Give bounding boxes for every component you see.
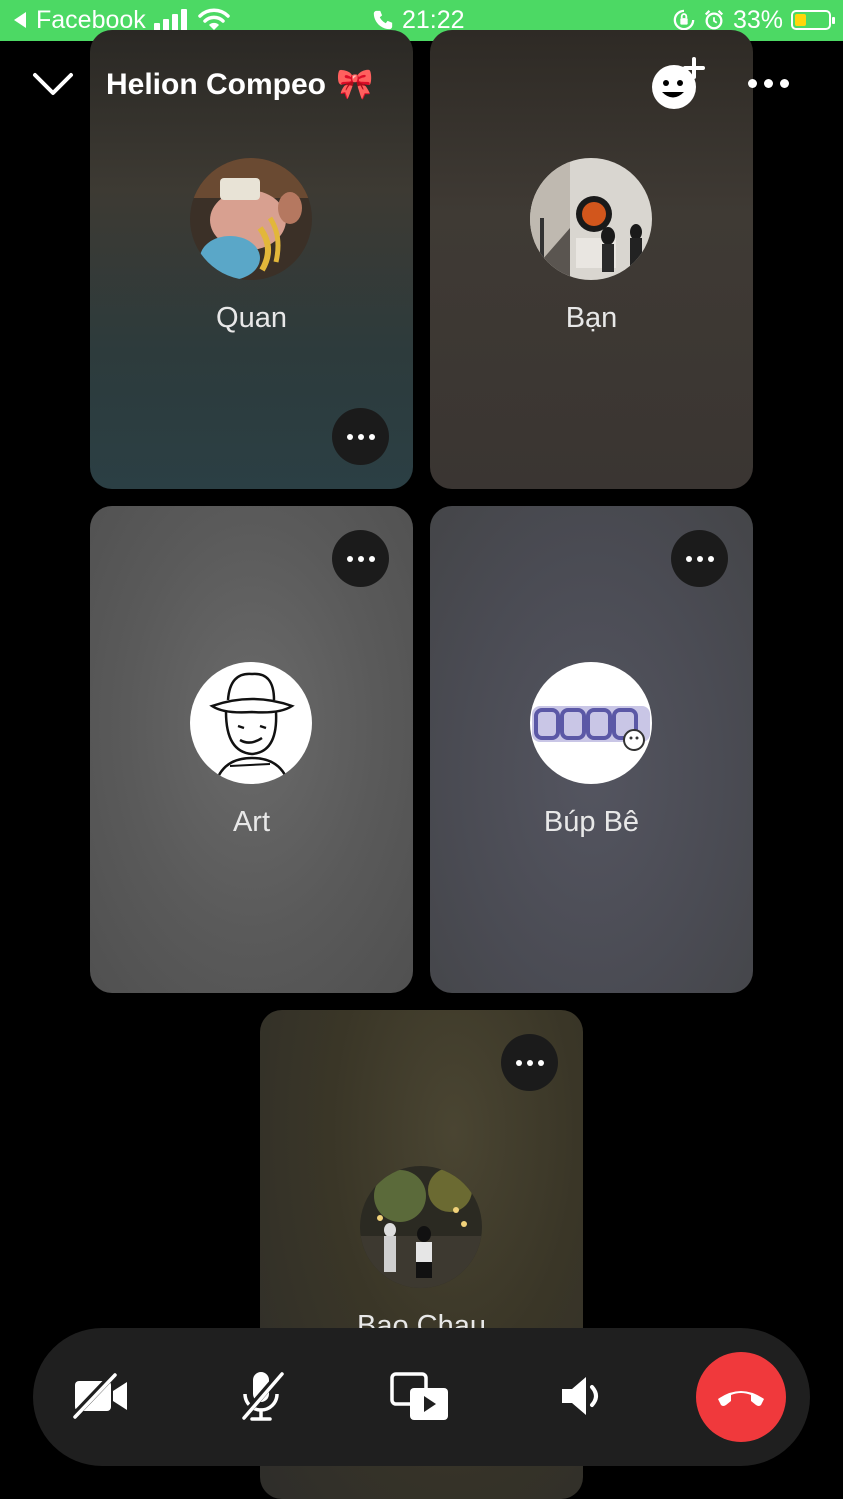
cellular-signal-icon	[153, 9, 187, 31]
share-screen-icon	[390, 1372, 448, 1420]
participant-name: Bạn	[565, 302, 618, 334]
battery-percent: 33%	[732, 6, 783, 34]
alarm-icon	[704, 10, 724, 30]
bow-emoji: 🎀	[336, 68, 374, 101]
chevron-down-icon[interactable]	[32, 69, 74, 99]
avatar	[190, 662, 312, 784]
end-call-button[interactable]	[696, 1352, 786, 1442]
end-call-icon	[718, 1391, 764, 1406]
participant-name: Art	[232, 806, 271, 838]
share-screen-button[interactable]	[388, 1364, 452, 1428]
back-arrow-icon	[14, 12, 26, 28]
orientation-lock-icon	[673, 9, 695, 31]
speaker-icon	[562, 1377, 598, 1415]
avatar	[360, 1166, 482, 1288]
call-controls-bar	[33, 1328, 810, 1466]
participant-more-button[interactable]	[332, 408, 389, 465]
toggle-camera-button[interactable]	[69, 1364, 133, 1428]
add-people-icon[interactable]	[648, 55, 706, 113]
call-title-text: Helion Compeo	[106, 67, 327, 101]
mic-off-icon	[239, 1371, 284, 1421]
phone-call-icon	[373, 10, 393, 30]
call-title: Helion Compeo 🎀	[106, 67, 373, 102]
call-header: Helion Compeo 🎀	[0, 41, 843, 131]
toggle-mic-button[interactable]	[229, 1364, 293, 1428]
participant-name: Búp Bê	[543, 806, 640, 838]
battery-icon	[791, 10, 835, 30]
participant-more-button[interactable]	[332, 530, 389, 587]
participant-tile-bup-be[interactable]: Búp Bê	[430, 506, 753, 993]
camera-off-icon	[71, 1372, 127, 1420]
avatar	[190, 158, 312, 280]
avatar	[530, 662, 652, 784]
participant-tile-art[interactable]: Art	[90, 506, 413, 993]
participant-name: Quan	[216, 302, 287, 334]
participant-more-button[interactable]	[501, 1034, 558, 1091]
speaker-button[interactable]	[549, 1364, 613, 1428]
avatar	[530, 158, 652, 280]
participant-more-button[interactable]	[671, 530, 728, 587]
wifi-icon	[198, 8, 230, 30]
more-icon[interactable]	[748, 79, 789, 88]
